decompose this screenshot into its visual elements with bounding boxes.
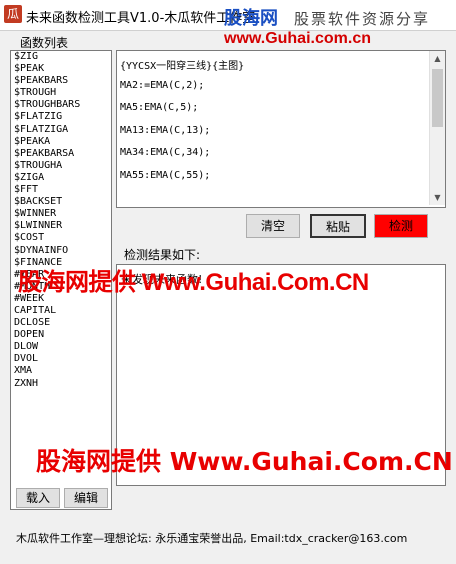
function-list-item[interactable]: $WINNER <box>11 208 111 220</box>
formula-editor[interactable]: {YYCSX一阳穿三线}{主图} MA2:=EMA(C,2); MA5:EMA(C,… <box>116 50 446 208</box>
function-list-item[interactable]: $DYNAINFO <box>11 245 111 257</box>
function-list-item[interactable]: DCLOSE <box>11 317 111 329</box>
function-list-item[interactable]: $TROUGH <box>11 87 111 99</box>
scroll-down-icon[interactable]: ▼ <box>430 190 445 205</box>
edit-button[interactable]: 编辑 <box>64 488 108 508</box>
function-list-item[interactable]: XMA <box>11 365 111 377</box>
function-list-item[interactable]: $FLATZIGA <box>11 124 111 136</box>
watermark-overlay: 股海网提供 Www.Guhai.Com.CN <box>18 269 369 296</box>
scroll-up-icon[interactable]: ▲ <box>430 51 445 66</box>
result-label: 检测结果如下: <box>124 248 201 262</box>
function-list-item[interactable]: DVOL <box>11 353 111 365</box>
formula-line: MA5:EMA(C,5); <box>120 102 199 114</box>
function-list-item[interactable]: $ZIGA <box>11 172 111 184</box>
function-list-item[interactable]: $FFT <box>11 184 111 196</box>
function-list-item[interactable]: $LWINNER <box>11 220 111 232</box>
window-title: 未来函数检测工具V1.0-木瓜软件工作室 <box>26 11 256 26</box>
function-list-item[interactable]: $TROUGHBARS <box>11 99 111 111</box>
function-list-item[interactable]: $ZIG <box>11 51 111 63</box>
function-list-label: 函数列表 <box>18 34 71 51</box>
detect-button[interactable]: 检测 <box>374 214 428 238</box>
function-list-item[interactable]: $PEAKBARSA <box>11 148 111 160</box>
function-list-item[interactable]: $BACKSET <box>11 196 111 208</box>
brand-slogan: 股票软件资源分享 <box>294 10 431 28</box>
function-list-item[interactable]: $PEAKA <box>11 136 111 148</box>
brand-url: www.Guhai.com.cn <box>224 30 371 47</box>
watermark-overlay-2: 股海网提供 Www.Guhai.Com.CN <box>36 447 453 476</box>
load-button[interactable]: 载入 <box>16 488 60 508</box>
formula-line: MA13:EMA(C,13); <box>120 124 211 136</box>
formula-line: MA2:=EMA(C,2); <box>120 79 205 91</box>
function-list-item[interactable]: DOPEN <box>11 329 111 341</box>
app-icon: 瓜 <box>4 5 22 23</box>
function-list-item[interactable]: DLOW <box>11 341 111 353</box>
status-text: 木瓜软件工作室—理想论坛: 永乐通宝荣誉出品, Email:tdx_cracke… <box>16 532 408 545</box>
paste-button[interactable]: 粘贴 <box>310 214 366 238</box>
function-list-item[interactable]: $FLATZIG <box>11 111 111 123</box>
formula-line: MA34:EMA(C,34); <box>120 147 211 159</box>
formula-line: {YYCSX一阳穿三线}{主图} <box>120 61 245 72</box>
formula-scrollbar[interactable]: ▲ ▼ <box>429 51 445 205</box>
formula-line: MA55:EMA(C,55); <box>120 169 211 181</box>
brand-logo: 股海网 <box>224 8 278 29</box>
function-list-item[interactable]: ZXNH <box>11 378 111 390</box>
function-list-item[interactable]: CAPITAL <box>11 305 111 317</box>
function-list-item[interactable]: $COST <box>11 232 111 244</box>
function-list-item[interactable]: $PEAKBARS <box>11 75 111 87</box>
function-list-item[interactable]: $TROUGHA <box>11 160 111 172</box>
brand-banner: 股海网 股票软件资源分享 www.Guhai.com.cn <box>222 2 452 50</box>
scroll-thumb[interactable] <box>432 69 443 127</box>
clear-button[interactable]: 清空 <box>246 214 300 238</box>
function-list-item[interactable]: $PEAK <box>11 63 111 75</box>
